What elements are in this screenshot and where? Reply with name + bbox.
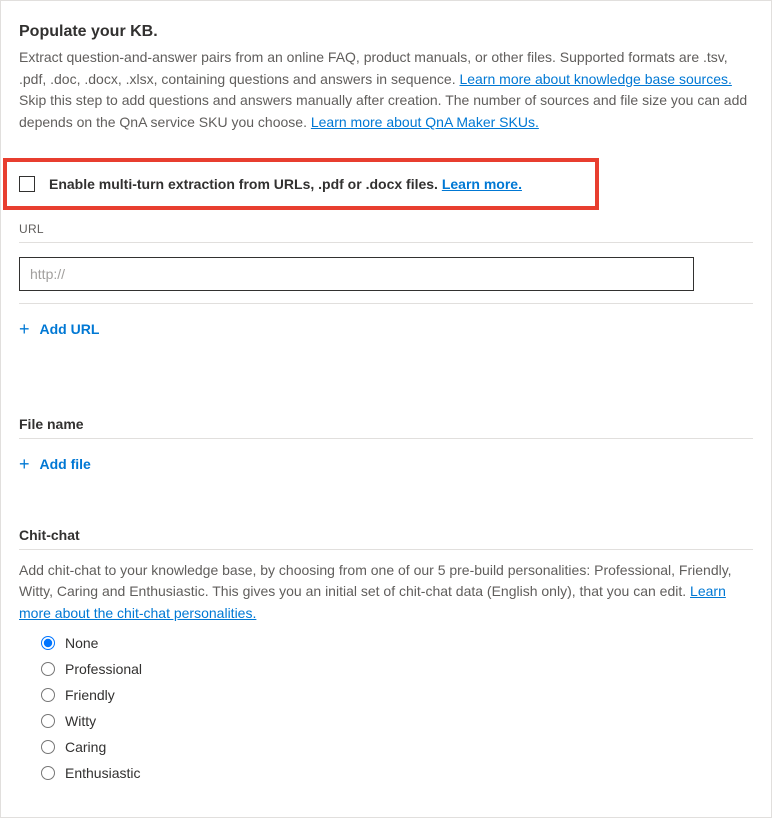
chitchat-radio-caring[interactable] bbox=[41, 740, 55, 754]
chitchat-radio-label[interactable]: Witty bbox=[65, 713, 96, 729]
multiturn-highlight-box: Enable multi-turn extraction from URLs, … bbox=[3, 158, 599, 210]
divider bbox=[19, 438, 753, 439]
multiturn-label: Enable multi-turn extraction from URLs, … bbox=[49, 176, 522, 192]
divider bbox=[19, 242, 753, 243]
chitchat-radio-friendly[interactable] bbox=[41, 688, 55, 702]
chitchat-option: Enthusiastic bbox=[41, 765, 753, 781]
divider bbox=[19, 549, 753, 550]
page-title: Populate your KB. bbox=[19, 23, 753, 41]
chitchat-option: Witty bbox=[41, 713, 753, 729]
add-file-button[interactable]: + Add file bbox=[19, 455, 91, 473]
multiturn-checkbox[interactable] bbox=[19, 176, 35, 192]
plus-icon: + bbox=[19, 320, 30, 338]
url-field-label: URL bbox=[19, 222, 753, 236]
add-file-label: Add file bbox=[40, 456, 91, 472]
chitchat-radio-label[interactable]: None bbox=[65, 635, 98, 651]
learn-more-kb-sources-link[interactable]: Learn more about knowledge base sources. bbox=[459, 71, 731, 87]
chitchat-option: Professional bbox=[41, 661, 753, 677]
chitchat-radio-group: None Professional Friendly Witty Caring Enthu… bbox=[19, 635, 753, 781]
chitchat-option: None bbox=[41, 635, 753, 651]
chitchat-radio-enthusiastic[interactable] bbox=[41, 766, 55, 780]
chitchat-radio-label[interactable]: Professional bbox=[65, 661, 142, 677]
learn-more-sku-link[interactable]: Learn more about QnA Maker SKUs. bbox=[311, 114, 539, 130]
chitchat-option: Friendly bbox=[41, 687, 753, 703]
chitchat-desc-text: Add chit-chat to your knowledge base, by… bbox=[19, 562, 732, 600]
chitchat-radio-label[interactable]: Friendly bbox=[65, 687, 115, 703]
add-url-label: Add URL bbox=[40, 321, 100, 337]
chitchat-radio-none[interactable] bbox=[41, 636, 55, 650]
divider bbox=[19, 303, 753, 304]
file-name-label: File name bbox=[19, 416, 753, 432]
url-input[interactable] bbox=[19, 257, 694, 291]
multiturn-learn-more-link[interactable]: Learn more. bbox=[442, 176, 522, 192]
chitchat-radio-label[interactable]: Enthusiastic bbox=[65, 765, 140, 781]
chitchat-radio-label[interactable]: Caring bbox=[65, 739, 106, 755]
plus-icon: + bbox=[19, 455, 30, 473]
chitchat-title: Chit-chat bbox=[19, 527, 753, 543]
chitchat-radio-professional[interactable] bbox=[41, 662, 55, 676]
multiturn-label-text: Enable multi-turn extraction from URLs, … bbox=[49, 176, 442, 192]
add-url-button[interactable]: + Add URL bbox=[19, 320, 99, 338]
kb-description: Extract question-and-answer pairs from a… bbox=[19, 47, 753, 134]
chitchat-description: Add chit-chat to your knowledge base, by… bbox=[19, 560, 753, 625]
chitchat-option: Caring bbox=[41, 739, 753, 755]
chitchat-radio-witty[interactable] bbox=[41, 714, 55, 728]
